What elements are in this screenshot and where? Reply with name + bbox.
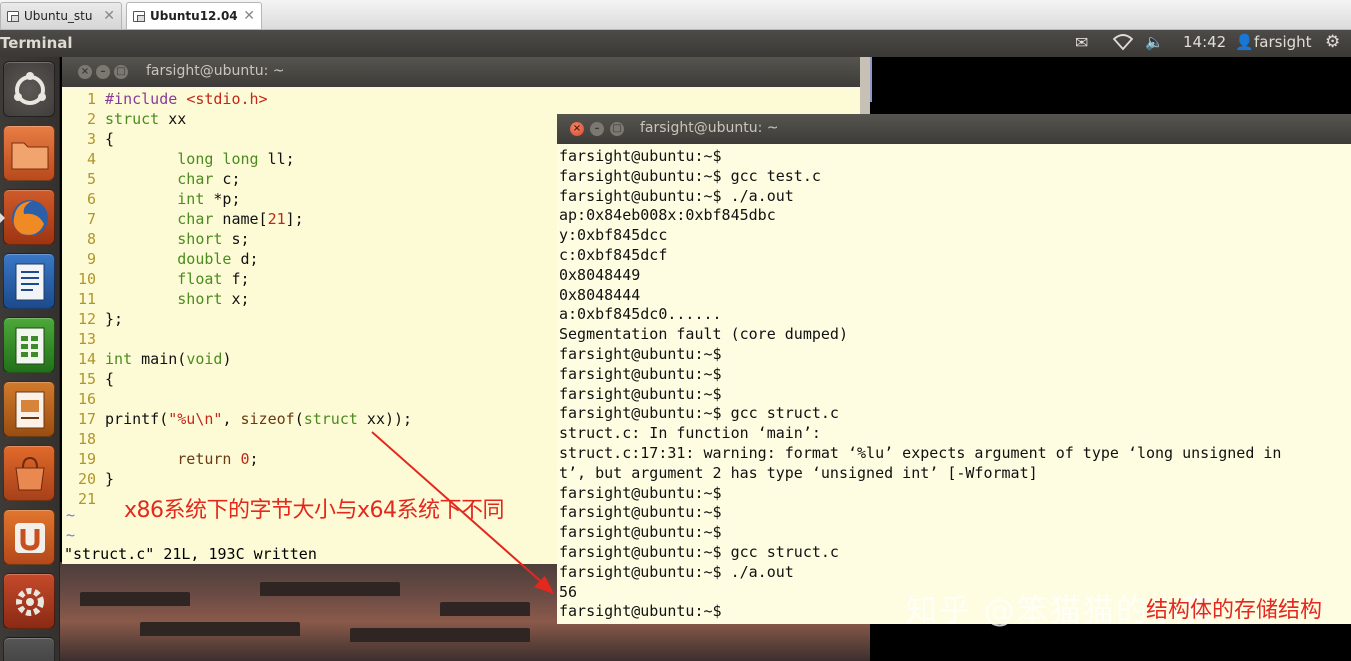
- annotation-text: x86系统下的字节大小与x64系统下不同: [124, 498, 505, 523]
- caption-text: 结构体的存储结构: [1146, 598, 1323, 623]
- annotation-arrow: [371, 431, 554, 594]
